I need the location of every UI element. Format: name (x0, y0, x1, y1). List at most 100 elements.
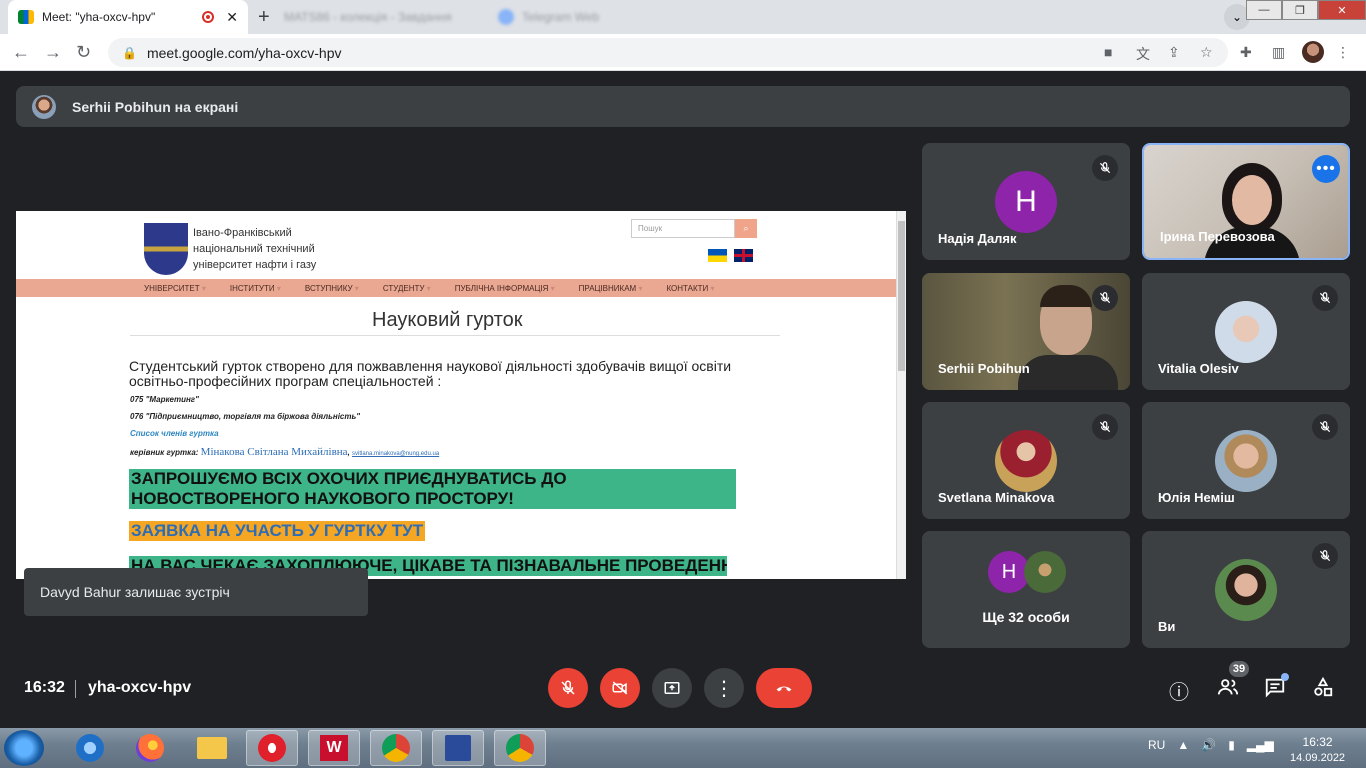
signal-icon[interactable]: ▂▄▆ (1247, 738, 1274, 752)
search-icon[interactable]: ⌕ (735, 219, 757, 238)
camera-icon[interactable]: ■ (1104, 44, 1112, 60)
tile-serhii[interactable]: Serhii Pobihun (922, 273, 1130, 390)
apply-link[interactable]: ЗАЯВКА НА УЧАСТЬ У ГУРТКУ ТУТ (129, 521, 426, 541)
tile-others[interactable]: H Ще 32 особи (922, 531, 1130, 648)
tile-svetlana[interactable]: Svetlana Minakova (922, 402, 1130, 519)
nav-students[interactable]: СТУДЕНТУ (383, 284, 431, 293)
tab-telegram[interactable]: Telegram Web (498, 0, 718, 34)
forward-button[interactable]: → (44, 42, 62, 63)
back-button[interactable]: ← (12, 42, 30, 63)
minimize-button[interactable]: — (1246, 0, 1282, 20)
url-bar[interactable]: 🔒 meet.google.com/yha-oxcv-hpv (108, 38, 1228, 67)
close-window-button[interactable]: ✕ (1318, 0, 1366, 20)
mic-off-icon (1092, 155, 1118, 181)
participant-avatar-photo (1215, 430, 1277, 492)
tray-time: 16:32 (1302, 735, 1333, 749)
network-icon[interactable]: ▮ (1228, 738, 1235, 752)
scrollbar-thumb[interactable] (898, 221, 905, 371)
nav-applicants[interactable]: ВСТУПНИКУ (305, 284, 359, 293)
members-list-link[interactable]: Список членів гуртка (130, 429, 219, 438)
taskbar-save[interactable] (432, 730, 484, 766)
taskbar-chrome-2[interactable] (494, 730, 546, 766)
opera-icon (258, 734, 286, 762)
tab-meet[interactable]: Meet: "yha-oxcv-hpv" ✕ (8, 0, 248, 34)
tile-nadiya[interactable]: H Надія Даляк (922, 143, 1130, 260)
nav-university[interactable]: УНІВЕРСИТЕТ (144, 284, 206, 293)
participant-name: Ірина Перевозова (1160, 229, 1275, 244)
start-button[interactable] (4, 730, 44, 766)
divider (75, 680, 76, 698)
taskbar-opera[interactable] (246, 730, 298, 766)
more-options-icon[interactable]: ••• (1312, 155, 1340, 183)
mic-off-icon (1092, 285, 1118, 311)
mic-off-icon (1312, 414, 1338, 440)
invite-banner: ЗАПРОШУЄМО ВСІХ ОХОЧИХ ПРИЄДНУВАТИСЬ ДО … (129, 469, 736, 509)
nav-public-info[interactable]: ПУБЛІЧНА ІНФОРМАЦІЯ (455, 284, 555, 293)
taskbar-explorer[interactable] (186, 730, 238, 766)
side-panel-icon[interactable]: ▥ (1272, 44, 1285, 61)
uk-flag-icon[interactable] (734, 249, 753, 262)
leader-label: керівник гуртка: (130, 448, 199, 457)
chat-unread-dot (1281, 673, 1289, 681)
university-name: Івано-Франківський національний технічни… (193, 227, 317, 271)
lock-icon[interactable]: 🔒 (122, 46, 137, 60)
shared-screen: Івано-Франківський національний технічни… (16, 211, 906, 579)
camera-toggle-button[interactable] (600, 668, 640, 708)
taskbar-ie[interactable] (64, 730, 116, 766)
taskbar-chrome-1[interactable] (370, 730, 422, 766)
participant-avatar-photo (1024, 551, 1066, 593)
activities-icon[interactable] (1312, 676, 1334, 704)
leave-call-button[interactable] (756, 668, 812, 708)
language-indicator[interactable]: RU (1148, 738, 1165, 752)
nav-staff[interactable]: ПРАЦІВНИКАМ (579, 284, 643, 293)
mic-toggle-button[interactable] (548, 668, 588, 708)
leader-email-link[interactable]: svitlana.minakova@nung.edu.ua (352, 451, 439, 457)
mic-off-icon (561, 680, 575, 695)
tab-2[interactable]: MATS86 - колекція - Завдання (284, 0, 484, 34)
bookmark-star-icon[interactable]: ☆ (1200, 44, 1213, 61)
taskbar-app[interactable]: W (308, 730, 360, 766)
chrome-icon (506, 734, 534, 762)
site-search-input[interactable]: Пошук (631, 219, 735, 238)
more-options-button[interactable]: ⋮ (704, 668, 744, 708)
meeting-info-icon[interactable]: ⓘ (1169, 676, 1189, 705)
tile-yulia[interactable]: Юлія Неміш (1142, 402, 1350, 519)
menu-dots-icon[interactable]: ⋮ (1336, 44, 1350, 61)
volume-icon[interactable]: 🔊 (1201, 738, 1216, 752)
tray-expand-icon[interactable]: ▲ (1177, 738, 1189, 752)
close-tab-icon[interactable]: ✕ (226, 9, 238, 26)
present-screen-button[interactable] (652, 668, 692, 708)
window-controls: — ❐ ✕ (1246, 0, 1366, 20)
video-body (1018, 355, 1118, 390)
translate-icon[interactable]: 文 (1136, 44, 1150, 64)
ukraine-flag-icon[interactable] (708, 249, 727, 262)
participants-count-badge: 39 (1229, 661, 1249, 677)
recording-icon (202, 11, 215, 23)
nav-contacts[interactable]: КОНТАКТИ (666, 284, 714, 293)
people-icon[interactable] (1216, 676, 1240, 704)
floppy-disk-icon (445, 735, 471, 761)
taskbar-firefox[interactable] (124, 730, 176, 766)
leave-notification-toast: Davyd Bahur залишає зустріч (24, 568, 368, 616)
maximize-button[interactable]: ❐ (1282, 0, 1318, 20)
url-text: meet.google.com/yha-oxcv-hpv (146, 44, 342, 61)
tile-you[interactable]: Ви (1142, 531, 1350, 648)
share-icon[interactable]: ⇪ (1168, 44, 1180, 61)
leader-line: керівник гуртка: Мінакова Світлана Михай… (130, 446, 440, 458)
profile-avatar[interactable] (1302, 41, 1324, 63)
reload-button[interactable]: ↻ (76, 42, 91, 63)
mic-off-icon (1312, 543, 1338, 569)
tray-clock[interactable]: 16:32 14.09.2022 (1290, 734, 1345, 766)
participant-name: Vitalia Olesiv (1158, 361, 1239, 376)
new-tab-button[interactable]: + (258, 6, 270, 29)
extensions-icon[interactable]: ✚ (1240, 44, 1252, 61)
mic-off-icon (1312, 285, 1338, 311)
camera-off-icon (612, 681, 628, 695)
participant-name: Надія Даляк (938, 231, 1017, 246)
tile-iryna[interactable]: ••• Ірина Перевозова (1142, 143, 1350, 260)
tile-vitalia[interactable]: Vitalia Olesiv (1142, 273, 1350, 390)
tab-title: MATS86 - колекція - Завдання (284, 10, 452, 24)
shared-scrollbar[interactable] (896, 211, 906, 579)
nav-institutes[interactable]: ІНСТИТУТИ (230, 284, 281, 293)
tray-date: 14.09.2022 (1290, 752, 1346, 764)
